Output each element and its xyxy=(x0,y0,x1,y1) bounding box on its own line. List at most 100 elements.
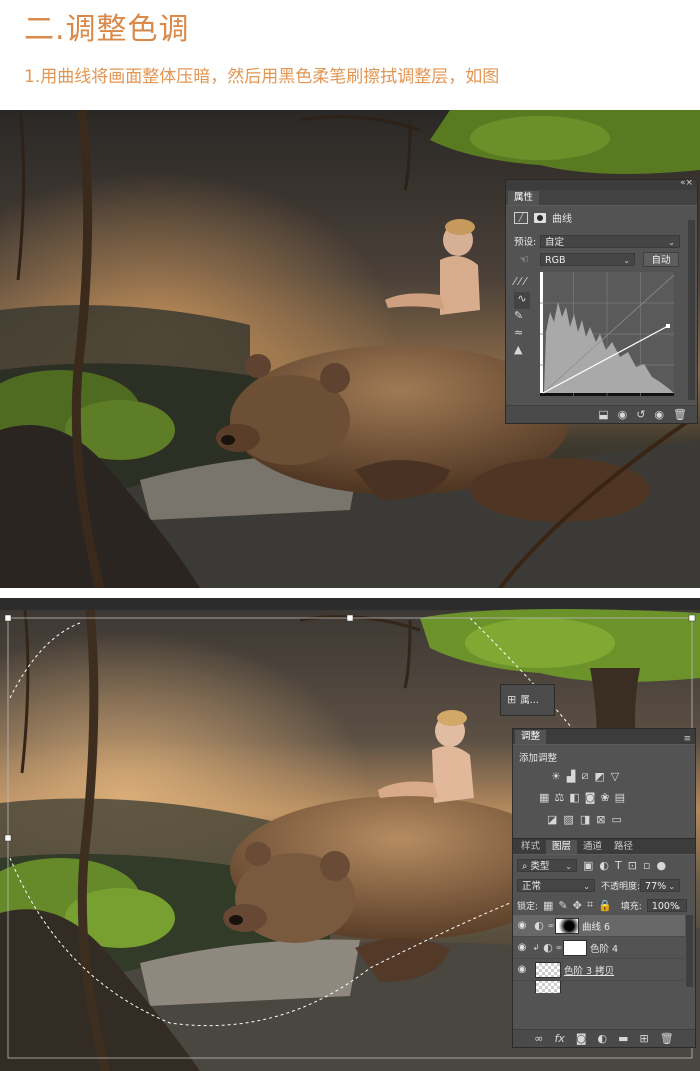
chevron-down-icon: ⌄ xyxy=(675,901,682,911)
curve-control-point[interactable] xyxy=(666,324,670,328)
adjustments-tabs: 调整 ≡ xyxy=(513,729,695,745)
layer-mask-thumbnail[interactable] xyxy=(563,939,587,956)
levels-icon[interactable]: ▟ xyxy=(567,770,575,783)
lock-pixels-icon[interactable]: ✎ xyxy=(558,899,567,912)
link-chain-icon[interactable]: ∞ xyxy=(555,943,563,952)
layers-scrollbar[interactable] xyxy=(686,915,693,987)
clip-to-layer-icon[interactable]: ⬓ xyxy=(598,408,608,421)
preset-dropdown[interactable]: 自定 ⌄ xyxy=(540,234,680,248)
lock-artboard-icon[interactable]: ⌗ xyxy=(587,898,593,912)
eyedropper-white-icon[interactable]: ⁄ xyxy=(524,275,526,292)
invert-icon[interactable]: ◪ xyxy=(547,813,557,826)
chevron-down-icon: ⌄ xyxy=(565,862,572,871)
vibrance-icon[interactable]: ▽ xyxy=(611,770,619,783)
tab-paths[interactable]: 路径 xyxy=(608,840,639,854)
auto-button[interactable]: 自动 xyxy=(643,252,679,267)
fx-icon[interactable]: fx xyxy=(554,1032,564,1045)
properties-tabs: 属性 xyxy=(506,190,697,206)
layer-thumbnail[interactable] xyxy=(535,961,561,978)
curves-graph[interactable] xyxy=(540,272,674,396)
view-previous-icon[interactable]: ◉ xyxy=(618,408,628,421)
adjustment-icon[interactable]: ◐ xyxy=(598,1032,608,1045)
eyedropper-gray-icon[interactable]: ⁄ xyxy=(519,275,521,292)
selective-color-icon[interactable]: ⊠ xyxy=(596,813,605,826)
layer-thumbnail[interactable] xyxy=(535,981,561,993)
layer-filter-row: ⌕ 类型 ⌄ ▣ ◐ T ⊡ ▫ ● xyxy=(517,859,666,872)
collapsed-label: 属... xyxy=(520,695,539,706)
target-adjust-hand-icon[interactable]: ☜ xyxy=(514,253,534,266)
filter-kind-value: 类型 xyxy=(530,861,550,872)
opacity-value: 77% xyxy=(645,881,667,892)
layers-tabs: 样式 图层 通道 路径 xyxy=(513,839,695,855)
tab-layers[interactable]: 图层 xyxy=(546,840,578,854)
panel-topbar[interactable]: «× xyxy=(506,178,697,190)
scrollbar[interactable] xyxy=(688,220,695,400)
channel-dropdown[interactable]: RGB ⌄ xyxy=(540,253,635,266)
collapse-icon[interactable]: «× xyxy=(680,178,693,188)
lock-position-icon[interactable]: ✥ xyxy=(573,899,582,912)
channel-mixer-icon[interactable]: ❀ xyxy=(600,791,609,804)
layer-row-levels-copy[interactable]: ◉ 色阶 3 拷贝 xyxy=(513,959,685,981)
color-lookup-icon[interactable]: ▤ xyxy=(615,791,625,804)
threshold-icon[interactable]: ◨ xyxy=(580,813,590,826)
filter-smart-object-icon[interactable]: ▫ xyxy=(643,859,650,872)
panel-menu-icon[interactable]: ≡ xyxy=(683,734,691,744)
filter-pixel-icon[interactable]: ▣ xyxy=(583,859,593,872)
lock-all-icon[interactable]: 🔒 xyxy=(598,899,612,912)
eyedropper-black-icon[interactable]: ⁄ xyxy=(514,275,516,292)
adjustment-icons-row-3: ◪ ▨ ◨ ⊠ ▭ xyxy=(547,813,622,826)
filter-adjustment-icon[interactable]: ◐ xyxy=(599,859,609,872)
properties-bottom-bar: ⬓ ◉ ↺ ◉ 🗑 xyxy=(506,405,697,423)
visibility-icon[interactable]: ◉ xyxy=(654,408,664,421)
link-chain-icon[interactable]: ∞ xyxy=(547,921,555,930)
new-layer-icon[interactable]: ⊞ xyxy=(640,1032,649,1045)
gradient-map-icon[interactable]: ▭ xyxy=(611,813,621,826)
lock-transparent-icon[interactable]: ▦ xyxy=(543,899,553,912)
pencil-icon[interactable]: ✎ xyxy=(514,309,523,326)
blend-mode-dropdown[interactable]: 正常 ⌄ xyxy=(517,879,595,892)
curve-point-icon[interactable]: ∿ xyxy=(514,292,530,309)
mask-icon[interactable]: ◙ xyxy=(576,1032,587,1045)
properties-icon: ⊞ xyxy=(507,692,517,706)
clipping-warning-icon[interactable]: ▲ xyxy=(514,343,522,360)
opacity-field[interactable]: 77% ⌄ xyxy=(640,879,681,892)
filter-type-icon[interactable]: T xyxy=(615,859,622,872)
adjustments-heading: 添加调整 xyxy=(519,753,558,764)
visibility-eye-icon[interactable]: ◉ xyxy=(513,920,531,931)
layer-mask-thumbnail[interactable] xyxy=(555,917,579,934)
color-balance-icon[interactable]: ⚖ xyxy=(554,791,564,804)
filter-kind-dropdown[interactable]: ⌕ 类型 ⌄ xyxy=(517,859,577,872)
filter-shape-icon[interactable]: ⊡ xyxy=(628,859,637,872)
layer-row-partial[interactable] xyxy=(513,981,685,993)
exposure-icon[interactable]: ◩ xyxy=(594,770,604,783)
tab-adjustments[interactable]: 调整 xyxy=(515,730,547,744)
tab-channels[interactable]: 通道 xyxy=(577,840,608,854)
visibility-eye-icon[interactable]: ◉ xyxy=(513,942,531,953)
visibility-eye-icon[interactable]: ◉ xyxy=(513,964,531,975)
tab-styles[interactable]: 样式 xyxy=(515,840,546,854)
brightness-contrast-icon[interactable]: ☀ xyxy=(551,770,561,783)
chevron-down-icon: ⌄ xyxy=(623,256,630,265)
hue-saturation-icon[interactable]: ▦ xyxy=(539,791,549,804)
group-icon[interactable]: ▬ xyxy=(618,1032,628,1045)
collapsed-properties-panel[interactable]: ⊞ 属... xyxy=(500,684,555,716)
layer-row-levels[interactable]: ◉ ↲ ◐ ∞ 色阶 4 xyxy=(513,937,685,959)
layer-name: 色阶 3 拷贝 xyxy=(564,965,615,977)
delete-icon[interactable]: 🗑 xyxy=(673,408,687,421)
link-icon[interactable]: ∞ xyxy=(534,1032,543,1045)
filter-toggle-icon[interactable]: ● xyxy=(656,859,666,872)
curve-tools: ⁄ ⁄ ⁄ ∿ ✎ ≈ ▲ xyxy=(514,275,530,360)
curves-icon[interactable]: ⧄ xyxy=(581,769,588,783)
smooth-icon[interactable]: ≈ xyxy=(514,326,523,343)
clipping-arrow-icon: ↲ xyxy=(532,943,540,952)
reset-icon[interactable]: ↺ xyxy=(636,408,645,421)
posterize-icon[interactable]: ▨ xyxy=(563,813,573,826)
black-white-icon[interactable]: ◧ xyxy=(569,791,579,804)
tab-properties[interactable]: 属性 xyxy=(508,191,540,205)
fill-field[interactable]: 100% ⌄ xyxy=(646,898,687,912)
trash-icon[interactable]: 🗑 xyxy=(660,1032,674,1045)
layer-mask-icon[interactable] xyxy=(534,212,546,223)
photo-filter-icon[interactable]: ◙ xyxy=(585,791,596,804)
lock-row: 锁定: ▦ ✎ ✥ ⌗ 🔒 填充: 100% ⌄ xyxy=(517,898,687,912)
layer-row-curves[interactable]: ◉ ◐ ∞ 曲线 6 xyxy=(513,915,685,937)
